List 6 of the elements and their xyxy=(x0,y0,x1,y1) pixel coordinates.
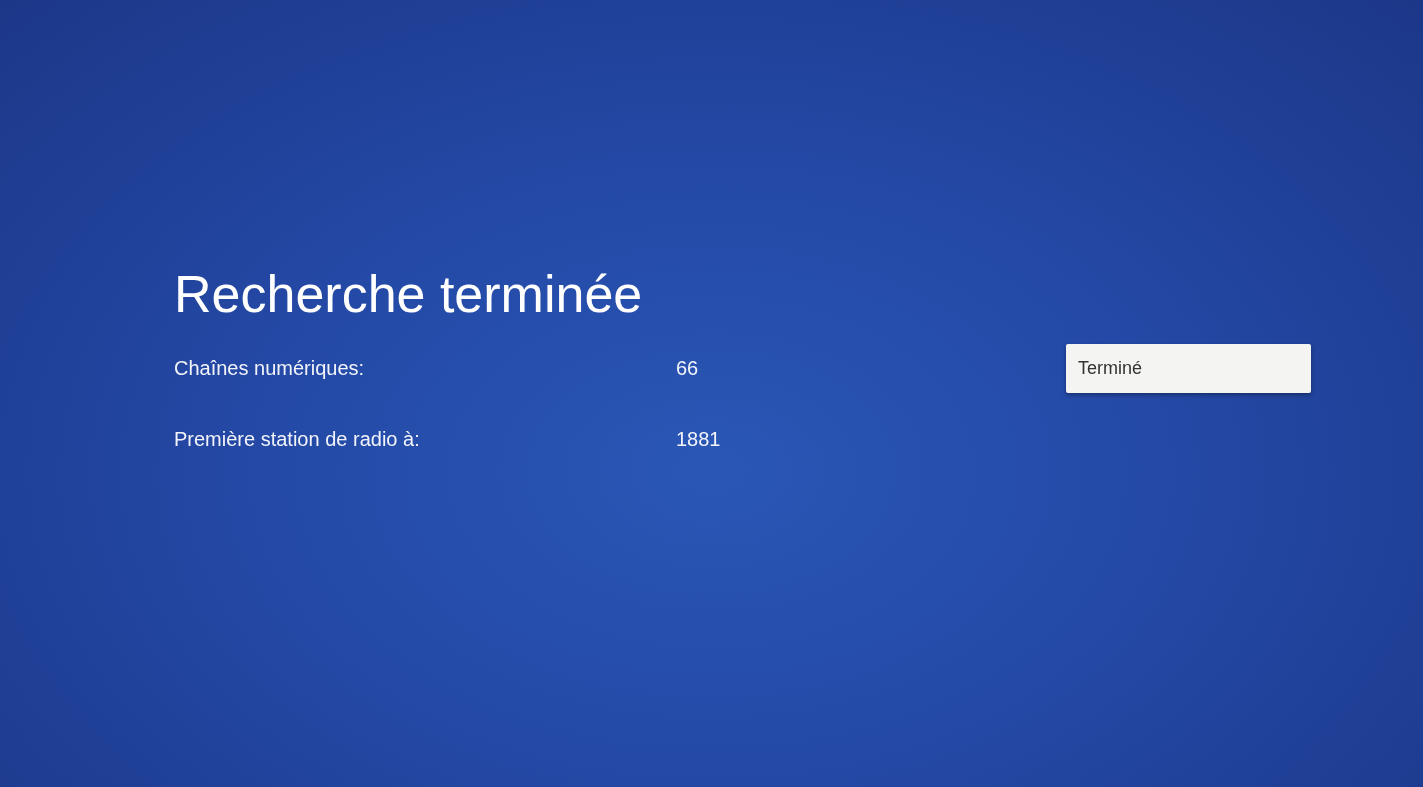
result-label: Chaînes numériques: xyxy=(174,357,365,380)
done-button[interactable]: Terminé xyxy=(1066,344,1311,393)
result-value: 66 xyxy=(676,357,699,380)
result-value: 1881 xyxy=(676,428,721,451)
result-label: Première station de radio à: xyxy=(174,428,420,451)
screen-title: Recherche terminée xyxy=(174,264,644,325)
